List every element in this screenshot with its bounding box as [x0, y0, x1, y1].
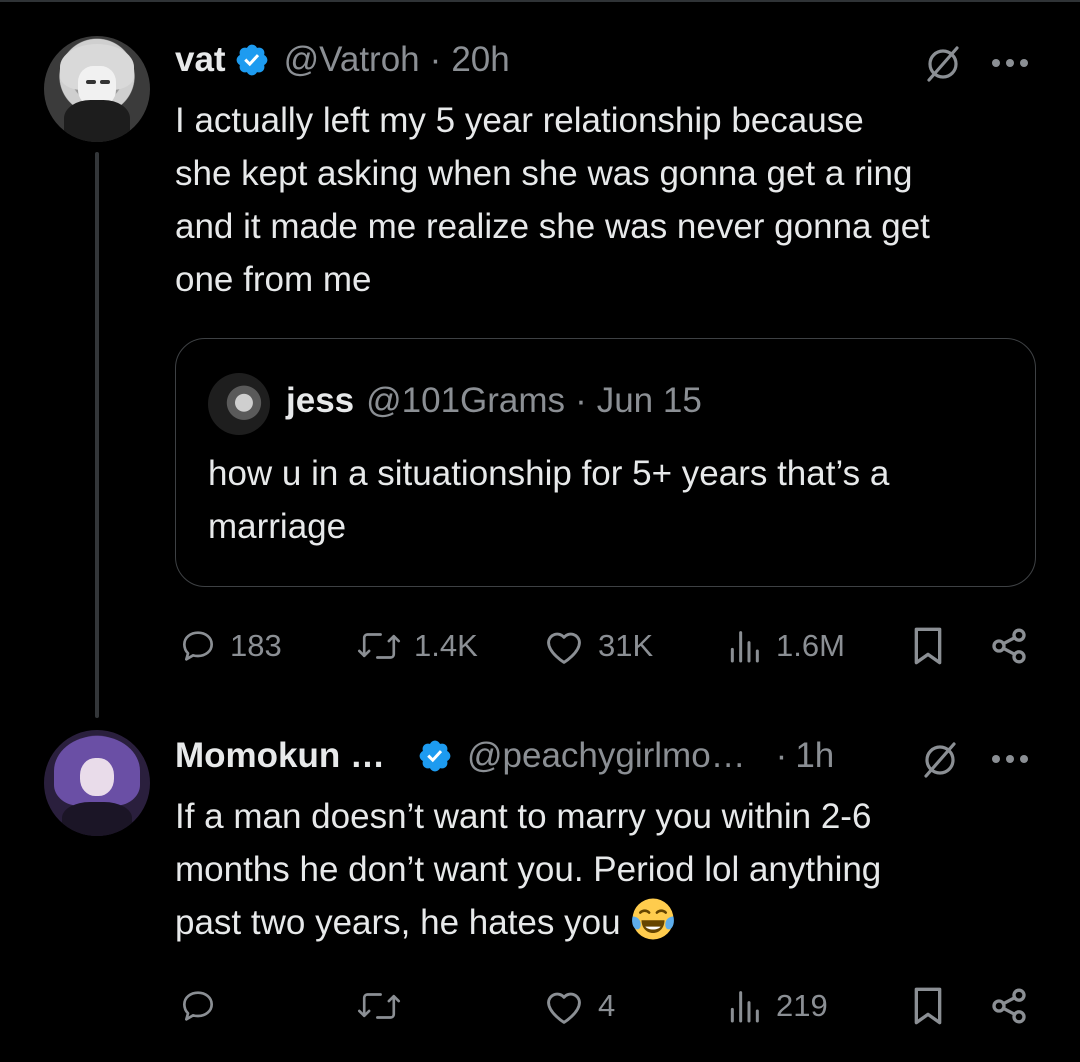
top-divider	[0, 0, 1080, 2]
quote-text: how u in a situationship for 5+ years th…	[208, 447, 1018, 553]
face-with-tears-of-joy-icon	[632, 898, 675, 940]
tweet-header: vat @Vatroh · 20h	[175, 40, 510, 80]
quote-header: jess @101Grams · Jun 15	[286, 381, 702, 421]
display-name[interactable]: Momokun …	[175, 736, 385, 776]
tweet-line: and it made me realize she was never gon…	[175, 207, 930, 246]
like-button[interactable]: 4	[542, 986, 615, 1026]
quoted-tweet[interactable]: jess @101Grams · Jun 15 how u in a situa…	[175, 338, 1036, 587]
tweet-line: I actually left my 5 year relationship b…	[175, 101, 864, 140]
tweet-line: past two years, he hates you	[175, 903, 621, 942]
bar-chart-icon	[730, 991, 759, 1023]
views-button[interactable]: 219	[724, 986, 828, 1026]
quote-display-name: jess	[286, 381, 355, 420]
reply-bubble-icon	[183, 631, 213, 661]
share-icon[interactable]	[988, 986, 1030, 1026]
handle[interactable]: @peachygirlmo…	[467, 736, 746, 776]
slash-circle-icon[interactable]	[921, 42, 965, 86]
tweet-header: Momokun … @peachygirlmo… · 1h	[175, 736, 834, 776]
display-name[interactable]: vat	[175, 40, 226, 80]
tweet-line: she kept asking when she was gonna get a…	[175, 154, 913, 193]
repost-icon	[357, 633, 401, 659]
quote-date: Jun 15	[596, 381, 702, 420]
avatar-jess[interactable]	[208, 373, 270, 435]
like-count: 31K	[598, 628, 654, 663]
slash-circle-icon[interactable]	[918, 738, 962, 782]
verified-badge-icon	[419, 740, 451, 772]
separator-dot: ·	[575, 381, 587, 420]
heart-icon	[547, 632, 581, 664]
verified-badge-icon	[236, 44, 267, 76]
like-button[interactable]: 31K	[542, 626, 653, 666]
like-count: 4	[598, 988, 616, 1023]
quote-line: how u in a situationship for 5+ years th…	[208, 454, 890, 493]
view-count: 219	[776, 988, 828, 1023]
views-button[interactable]: 1.6M	[724, 626, 845, 666]
avatar-vat[interactable]	[44, 36, 150, 142]
tweet-text: I actually left my 5 year relationship b…	[175, 94, 1055, 306]
handle[interactable]: @Vatroh	[284, 40, 420, 80]
bookmark-icon[interactable]	[910, 626, 946, 666]
more-dots-icon[interactable]	[988, 752, 1032, 766]
separator-dot: ·	[775, 736, 788, 775]
tweet-line: If a man doesn’t want to marry you withi…	[175, 797, 872, 836]
repost-button[interactable]: 1.4K	[356, 626, 478, 666]
reply-count: 183	[230, 628, 282, 663]
bar-chart-icon	[730, 631, 759, 663]
avatar-momokun[interactable]	[44, 730, 150, 836]
quote-line: marriage	[208, 507, 347, 546]
more-dots-icon[interactable]	[988, 56, 1032, 70]
tweet-text: If a man doesn’t want to marry you withi…	[175, 790, 1055, 949]
heart-icon	[547, 992, 581, 1024]
view-count: 1.6M	[776, 628, 845, 663]
tweet-line: months he don’t want you. Period lol any…	[175, 850, 882, 889]
repost-count: 1.4K	[414, 628, 478, 663]
thread-line	[95, 152, 99, 718]
tweet-line: one from me	[175, 260, 372, 299]
timestamp[interactable]: 1h	[795, 736, 834, 776]
separator-dot: ·	[429, 40, 442, 79]
repost-icon[interactable]	[356, 986, 402, 1026]
bookmark-icon[interactable]	[910, 986, 946, 1026]
reply-button[interactable]: 183	[178, 626, 282, 666]
tweet-line-with-emoji: past two years, he hates you	[175, 896, 1055, 949]
reply-bubble-icon[interactable]	[178, 986, 218, 1026]
timestamp[interactable]: 20h	[451, 40, 509, 80]
share-icon[interactable]	[988, 626, 1030, 666]
quote-handle: @101Grams	[366, 381, 566, 420]
